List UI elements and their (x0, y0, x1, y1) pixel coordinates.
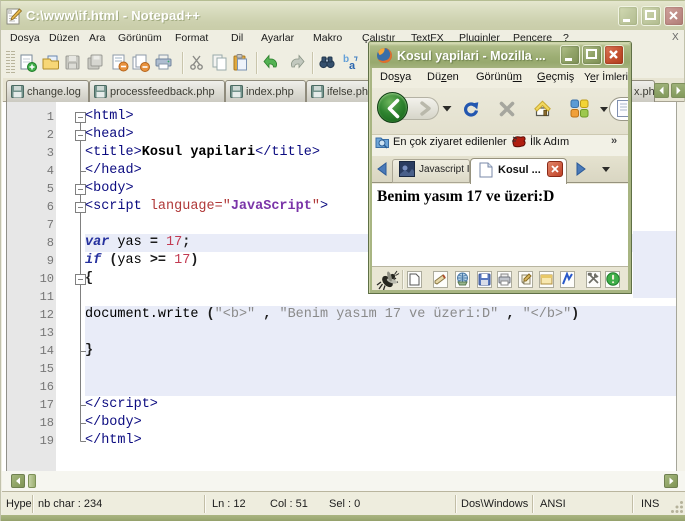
svg-text:a: a (349, 60, 356, 72)
